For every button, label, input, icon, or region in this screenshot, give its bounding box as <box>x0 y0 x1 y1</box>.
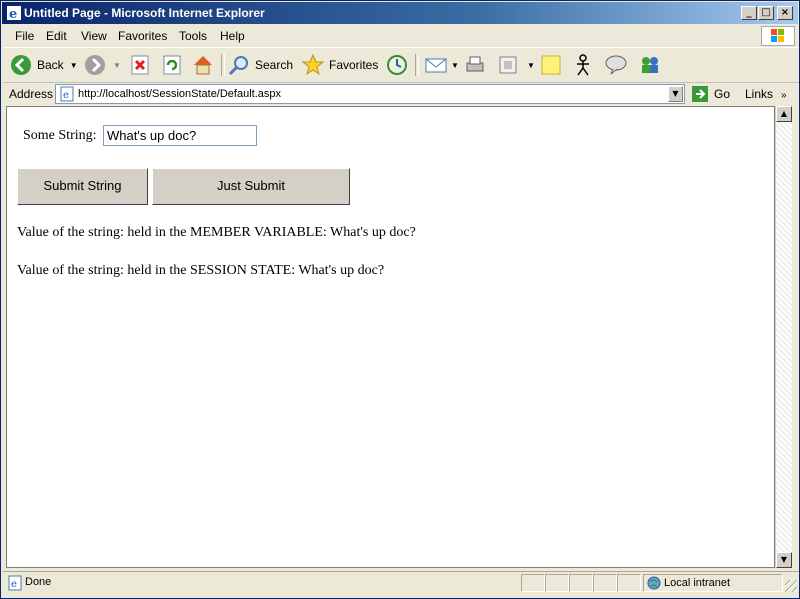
just-submit-button[interactable]: Just Submit <box>152 168 350 205</box>
edit-button[interactable]: ▼ <box>497 52 535 78</box>
menu-view[interactable]: View <box>81 29 107 43</box>
refresh-button[interactable] <box>161 52 183 78</box>
search-icon <box>228 56 248 76</box>
links-label: Links <box>745 87 774 101</box>
back-arrow-icon <box>11 55 31 75</box>
go-button[interactable]: Go <box>691 84 730 104</box>
back-dropdown-icon[interactable]: ▼ <box>70 61 78 70</box>
favorites-star-icon <box>301 53 325 76</box>
address-input[interactable]: e http://localhost/SessionState/Default.… <box>55 84 685 104</box>
home-button[interactable] <box>191 52 215 78</box>
svg-text:e: e <box>11 579 17 590</box>
refresh-icon <box>163 55 181 75</box>
svg-text:e: e <box>63 90 69 101</box>
messenger-button[interactable] <box>571 52 595 78</box>
menu-help[interactable]: Help <box>220 29 245 43</box>
favorites-label: Favorites <box>329 58 379 72</box>
status-pane <box>569 574 593 592</box>
history-icon <box>387 55 407 75</box>
toolbar-separator <box>415 54 419 76</box>
address-label: Address <box>9 87 54 101</box>
edit-page-icon <box>499 56 517 74</box>
go-arrow-icon <box>692 86 708 102</box>
status-pane <box>521 574 545 592</box>
msn-people-icon <box>642 57 658 73</box>
messenger-person-icon <box>577 54 589 76</box>
page-done-icon: e <box>8 575 22 591</box>
status-bar: e Done Local intranet <box>3 571 799 594</box>
favorites-button[interactable]: Favorites <box>301 52 378 78</box>
toolbar-separator <box>221 54 225 76</box>
scroll-down-icon[interactable]: ▼ <box>776 552 792 568</box>
printer-icon <box>466 56 484 72</box>
forward-button[interactable]: ▼ <box>83 52 121 78</box>
address-bar: Address e http://localhost/SessionState/… <box>3 83 799 105</box>
search-button[interactable]: Search <box>227 52 293 78</box>
mail-icon <box>425 58 447 73</box>
menu-favorites[interactable]: Favorites <box>118 29 167 43</box>
member-variable-text: Value of the string: held in the MEMBER … <box>17 225 416 240</box>
forward-arrow-icon <box>85 55 105 75</box>
close-button[interactable]: × <box>777 6 793 20</box>
stop-icon <box>131 55 149 75</box>
back-label: Back <box>37 58 64 72</box>
ie-icon: e <box>7 6 21 21</box>
page-icon: e <box>60 86 74 102</box>
address-url: http://localhost/SessionState/Default.as… <box>78 88 282 100</box>
windows-logo-icon <box>761 26 795 46</box>
some-string-label: Some String: <box>23 128 97 143</box>
page-content: Some String: Submit String Just Submit V… <box>6 106 775 568</box>
chat-button[interactable] <box>603 52 629 78</box>
status-text: Done <box>25 576 52 588</box>
search-label: Search <box>255 58 294 72</box>
status-pane <box>617 574 641 592</box>
intranet-globe-icon <box>647 576 661 590</box>
home-icon <box>194 56 212 75</box>
mail-button[interactable]: ▼ <box>423 52 459 78</box>
menu-file[interactable]: File <box>15 29 34 43</box>
title-bar[interactable]: e Untitled Page - Microsoft Internet Exp… <box>2 2 798 24</box>
menu-bar: File Edit View Favorites Tools Help <box>3 25 799 48</box>
chevron-right-icon: » <box>781 90 787 101</box>
status-pane <box>593 574 617 592</box>
forward-dropdown-icon[interactable]: ▼ <box>113 61 121 70</box>
history-button[interactable] <box>385 52 409 78</box>
speech-bubble-icon <box>605 55 627 75</box>
links-toolbar[interactable]: Links » <box>745 87 787 101</box>
svg-text:e: e <box>9 7 17 21</box>
browser-window: e Untitled Page - Microsoft Internet Exp… <box>0 0 800 599</box>
print-button[interactable] <box>463 52 487 78</box>
resize-grip-icon[interactable] <box>785 580 797 592</box>
window-title: Untitled Page - Microsoft Internet Explo… <box>24 6 265 20</box>
submit-string-button[interactable]: Submit String <box>17 168 148 205</box>
stop-button[interactable] <box>129 52 151 78</box>
session-state-text: Value of the string: held in the SESSION… <box>17 263 385 278</box>
status-pane <box>545 574 569 592</box>
menu-edit[interactable]: Edit <box>46 29 67 43</box>
mail-dropdown-icon[interactable]: ▼ <box>451 61 459 70</box>
address-dropdown-icon[interactable]: ▼ <box>668 86 683 102</box>
edit-dropdown-icon[interactable]: ▼ <box>527 61 535 70</box>
menu-tools[interactable]: Tools <box>179 29 207 43</box>
sticky-note-icon <box>541 55 561 75</box>
some-string-input[interactable] <box>103 125 257 146</box>
scroll-up-icon[interactable]: ▲ <box>776 106 792 122</box>
back-button[interactable]: Back ▼ <box>9 52 78 78</box>
security-zone: Local intranet <box>643 574 783 592</box>
minimize-button[interactable]: _ <box>741 6 757 20</box>
discuss-button[interactable] <box>539 52 563 78</box>
zone-label: Local intranet <box>664 577 731 589</box>
go-label: Go <box>714 87 731 101</box>
maximize-button[interactable]: □ <box>758 6 774 20</box>
msn-button[interactable] <box>637 52 663 78</box>
standard-toolbar: Back ▼ ▼ Search Favorites ▼ ▼ <box>3 48 799 83</box>
vertical-scrollbar[interactable]: ▲ ▼ <box>775 106 792 568</box>
